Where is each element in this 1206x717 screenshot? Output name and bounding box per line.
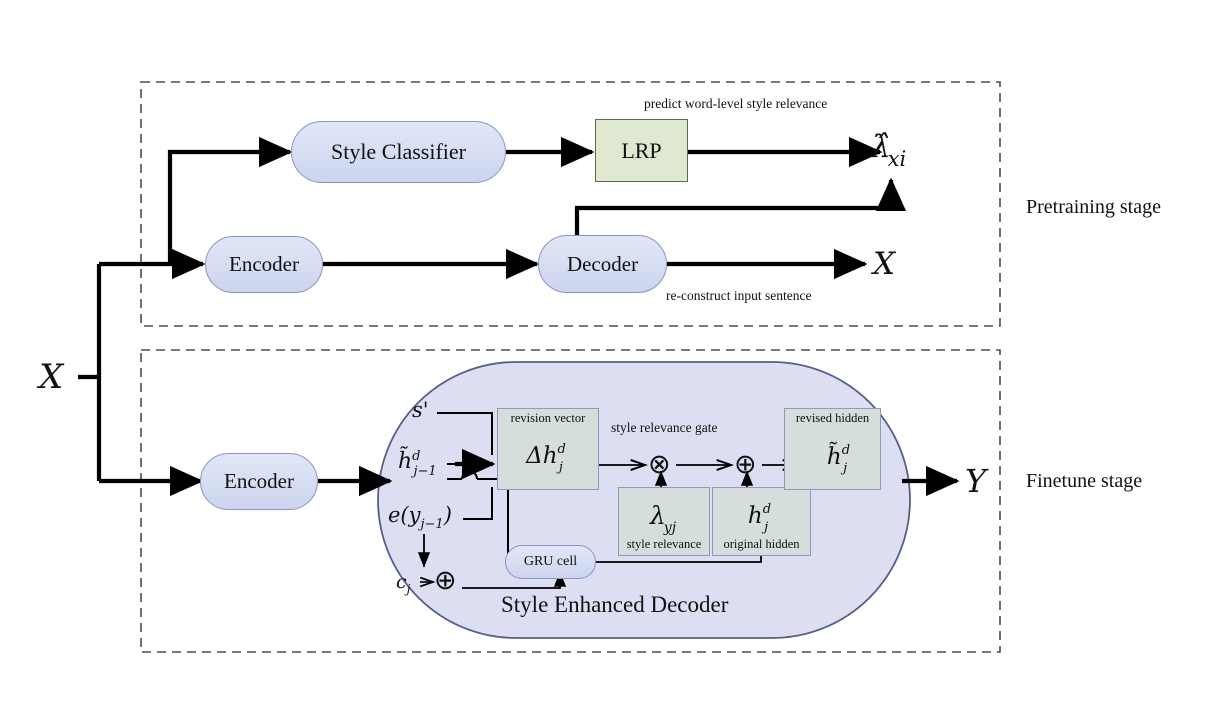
diagram-canvas: Style Classifier LRP Encoder Decoder pre… (0, 0, 1206, 717)
revision-vector-symbol: Δh (526, 443, 558, 469)
revised-hidden-box: revised hidden h̃dj (784, 408, 881, 490)
pretrain-decoder-module[interactable]: Decoder (538, 235, 667, 293)
original-hidden-caption: original hidden (723, 537, 800, 552)
global-input-symbol: X (39, 357, 64, 397)
finetune-stage-label: Finetune stage (1026, 470, 1143, 492)
original-hidden-box: hdj original hidden (712, 487, 811, 556)
style-relevance-subscript: yj (663, 520, 677, 536)
context-subscript: j (406, 582, 411, 596)
prev-hidden-input: h̃dj−1 (398, 449, 444, 479)
predict-relevance-annotation: predict word-level style relevance (644, 96, 828, 111)
prev-hidden-main: h̃ (398, 449, 413, 474)
finetune-encoder-label: Encoder (224, 469, 294, 493)
pretraining-stage-label: Pretraining stage (1026, 196, 1161, 218)
pretrain-decoder-label: Decoder (566, 251, 639, 276)
embedding-tail: ) (443, 503, 452, 527)
gru-cell-label: GRU cell (523, 554, 578, 569)
style-vector-input: s' (412, 398, 429, 422)
revised-hidden-subscript: j (843, 461, 848, 476)
context-input: cj (396, 571, 411, 596)
lambda-hat-subscript: xi (887, 147, 907, 171)
embedding-input: e(yj−1) (388, 503, 452, 532)
lrp-label: LRP (621, 137, 662, 163)
finetune-encoder-module[interactable]: Encoder (200, 453, 318, 510)
style-relevance-gate-label: style relevance gate (611, 420, 718, 435)
revision-vector-superscript: d (557, 442, 566, 457)
y-output-symbol: Y (965, 462, 987, 500)
style-classifier-module[interactable]: Style Classifier (291, 121, 506, 183)
style-classifier-label: Style Classifier (330, 139, 467, 164)
gru-cell-module[interactable]: GRU cell (505, 545, 596, 579)
gate-add-operator: ⊕ (734, 449, 757, 480)
multiply-operator: ⊗ (648, 449, 671, 480)
lrp-module[interactable]: LRP (595, 119, 688, 182)
reconstructed-x-output: X (873, 246, 896, 282)
context-main: c (396, 571, 407, 593)
revision-vector-box: revision vector Δhdj (497, 408, 599, 490)
pretrain-encoder-label: Encoder (229, 252, 299, 276)
style-relevance-box: λyj style relevance (618, 487, 710, 556)
embedding-main: e(y (388, 503, 421, 527)
context-add-operator: ⊕ (434, 565, 457, 596)
original-hidden-subscript: j (764, 519, 769, 535)
embedding-subscript: j−1 (420, 517, 444, 532)
revision-vector-caption: revision vector (510, 411, 586, 425)
revision-vector-subscript: j (558, 460, 563, 475)
reconstruct-annotation: re-construct input sentence (666, 288, 812, 303)
revised-hidden-caption: revised hidden (795, 411, 870, 425)
original-hidden-symbol: h (747, 502, 763, 529)
original-hidden-superscript: d (762, 501, 772, 517)
pretrain-encoder-module[interactable]: Encoder (205, 236, 323, 293)
style-enhanced-decoder-title: Style Enhanced Decoder (501, 592, 729, 617)
prev-hidden-superscript: d (412, 449, 421, 464)
style-relevance-caption: style relevance (626, 537, 702, 552)
revised-hidden-superscript: d (841, 443, 851, 458)
relevance-output-symbol: λ̂xi (871, 129, 909, 171)
revised-hidden-symbol: h̃ (826, 444, 842, 470)
decoder-to-relevance (574, 177, 907, 240)
prev-hidden-subscript: j−1 (413, 464, 437, 479)
